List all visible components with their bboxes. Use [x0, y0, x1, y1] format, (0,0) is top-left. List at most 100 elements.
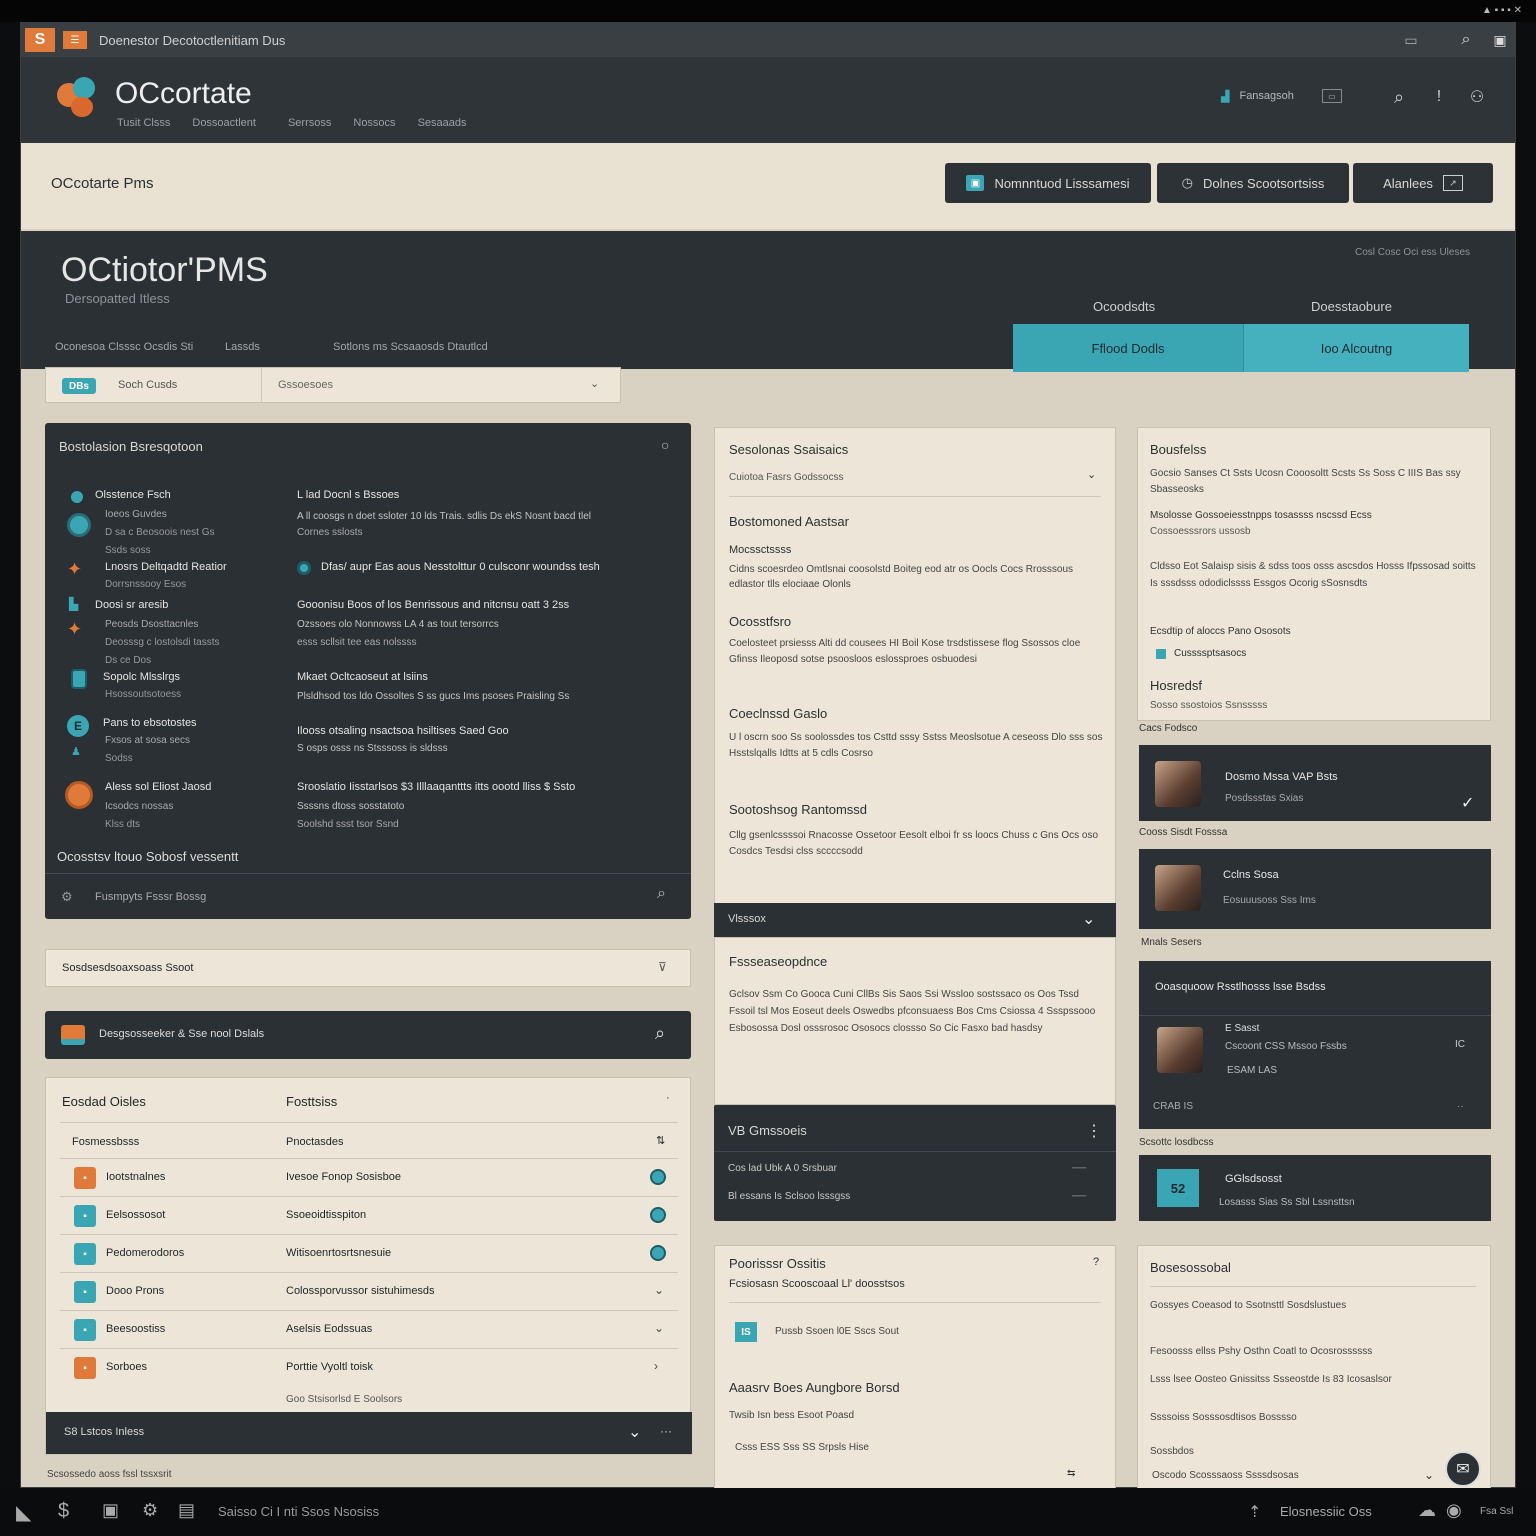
chevron-down-icon[interactable]: ⌄ [1087, 468, 1096, 481]
share-icon[interactable]: ⇆ [1067, 1468, 1075, 1479]
header-search-icon[interactable]: ⌕ [1387, 85, 1411, 109]
globe-icon[interactable]: ◉ [1446, 1500, 1462, 1521]
profile-card[interactable]: Cclns Sosa Eosuuusoss Sss Ims [1139, 849, 1491, 929]
tile-card[interactable]: 52 GGlsdsosst Losasss Sias Ss Sbl Lssnst… [1139, 1155, 1491, 1221]
filter-label: Sosdsesdsoaxsoass Ssoot [62, 962, 194, 974]
status-dot-icon[interactable] [650, 1169, 666, 1185]
page-footer: Scsossedo aoss fssl tssxsrit [47, 1469, 172, 1480]
chevron-down-icon[interactable]: ⌄ [590, 377, 599, 390]
search-bar: DBs Soch Cusds Gssoesoes ⌄ [45, 367, 621, 403]
list-item[interactable]: ▙ ✦ Doosi sr aresib Peosds Dsosttacnles … [65, 597, 675, 667]
more-icon[interactable]: ··· [660, 1424, 672, 1438]
table-row[interactable]: ▪ Iootstnalnes Ivesoe Fonop Sosisboe [60, 1158, 678, 1196]
list-item[interactable]: Sopolc Mlsslrgs Hsossoutsotoess Mkaet Oc… [65, 667, 675, 707]
row-value: Witisoenrtosrtsnesuie [286, 1247, 392, 1259]
nav-item[interactable]: Sesaaads [418, 117, 467, 129]
topbar-button-primary[interactable]: ▣ Nomnntuod Lisssamesi [945, 163, 1151, 203]
list-item[interactable]: Olsstence Fsch Ioeos Guvdes D sa c Beoso… [65, 487, 675, 557]
chevron-down-icon[interactable]: ⌄ [628, 1422, 641, 1442]
panel-text: Sossbdos [1150, 1446, 1194, 1457]
panel-title: Sesolonas Ssaisaics [729, 442, 849, 457]
table-row[interactable]: ▪ Beesoostiss Aselsis Eodssuas ⌄ [60, 1310, 678, 1348]
checkbox[interactable] [1156, 648, 1166, 659]
section-heading: Aaasrv Boes Aungbore Borsd [729, 1380, 900, 1395]
search-icon[interactable]: ⌕ [657, 885, 666, 903]
chevron-icon[interactable]: › [654, 1359, 658, 1373]
table-row[interactable]: ▪ Dooo Prons Colossporvussor sistuhimesds ⌄ [60, 1272, 678, 1310]
list-item[interactable]: E ♟ Pans to ebsotostes Fxsos at sosa sec… [65, 713, 675, 773]
hero-tab[interactable]: Ioo Alcoutng [1243, 324, 1469, 372]
more-vertical-icon[interactable]: ⋮ [1086, 1121, 1102, 1141]
list-item[interactable]: Bl essans Is Sclsoo lsssgss [728, 1191, 850, 1202]
monitor-icon[interactable]: ▣ [102, 1500, 119, 1521]
chevron-down-icon[interactable]: ⌄ [1082, 909, 1095, 929]
profile-card[interactable]: Dosmo Mssa VAP Bsts Posdssstas Sxias ✓ [1139, 745, 1491, 821]
avatar [1155, 761, 1201, 807]
nav-item[interactable]: Nossocs [353, 117, 395, 129]
more-icon[interactable]: · [666, 1092, 670, 1104]
header-utility[interactable]: ▟ Fansagsoh ▭ [1221, 89, 1342, 103]
table-footer[interactable]: S8 Lstcos Inless ⌄ ··· [46, 1412, 692, 1454]
status-dot-icon[interactable] [650, 1207, 666, 1223]
divider [729, 496, 1101, 497]
table-row[interactable]: ▪ Pedomerodoros Witisoenrtosrtsnesuie [60, 1234, 678, 1272]
chevron-icon[interactable]: ⌄ [654, 1283, 664, 1297]
settings-icon[interactable]: ⚙ [142, 1500, 158, 1521]
sort-icon[interactable]: ⇅ [656, 1134, 665, 1147]
window-menu-icon[interactable]: ☰ [63, 31, 87, 49]
chat-icon[interactable]: ✉ [1445, 1451, 1481, 1487]
group-member-detail: Cscoont CSS Mssoo Fssbs [1225, 1041, 1347, 1052]
panel-footer-link[interactable]: Fusmpyts Fsssr Bossg [95, 891, 206, 903]
more-icon[interactable]: ·· [1457, 1101, 1464, 1112]
help-icon[interactable]: ? [1093, 1256, 1099, 1268]
checkbox-row[interactable]: Cussssptsasocs [1156, 648, 1246, 659]
settings-icon[interactable]: ⚙ [61, 889, 73, 905]
divider [729, 1302, 1101, 1303]
app-icon[interactable]: $ [58, 1500, 69, 1523]
utility-label: Fansagsoh [1239, 90, 1294, 102]
export-icon: ↗ [1442, 175, 1463, 191]
nav-item[interactable]: Dossoactlent [192, 117, 256, 129]
filter-bar[interactable]: Sosdsesdsoaxsoass Ssoot ⊽ [45, 949, 691, 987]
nav-item[interactable]: Tusit Clsss [117, 117, 170, 129]
nav-item[interactable]: Serrsoss [288, 117, 331, 129]
panel-select[interactable]: Cuiotoa Fasrs Godssocss [729, 472, 844, 483]
start-icon[interactable]: ◣ [16, 1500, 31, 1525]
list-item[interactable]: Aless sol Eliost Jaosd Icsodcs nossas Kl… [65, 777, 675, 837]
user-icon[interactable]: ⚇ [1465, 85, 1489, 109]
topbar-button-alerts[interactable]: Alanlees ↗ [1353, 163, 1493, 203]
table-row[interactable]: ▪ Eelsossosot Ssoeoidtisspiton [60, 1196, 678, 1234]
maximize-icon[interactable]: ▣ [1489, 30, 1511, 50]
chat-icon[interactable]: ☁ [1418, 1500, 1436, 1521]
button-label: Alanlees [1383, 175, 1433, 191]
filter-icon[interactable]: ⊽ [658, 960, 667, 974]
chevron-down-icon[interactable]: ⌄ [1424, 1468, 1434, 1482]
hero-meta-right: Sotlons ms Scsaaosds Dtautlcd [333, 341, 488, 353]
topbar-button-secondary[interactable]: ◷ Dolnes Scootsortsiss [1157, 163, 1349, 203]
category-select[interactable]: Gssoesoes [278, 379, 333, 391]
list-item[interactable]: ✦ Lnosrs Deltqadtd Reatior Dorrsnssooy E… [65, 557, 675, 597]
network-icon[interactable]: ⇡ [1248, 1502, 1261, 1522]
notification-icon[interactable]: ! [1427, 85, 1451, 109]
hero-tab-active[interactable]: Fflood Dodls [1013, 324, 1243, 372]
more-icon[interactable]: ○ [661, 437, 669, 453]
panel-text: Ecsdtip of aloccs Pano Ososots [1150, 626, 1291, 637]
person-icon: ♟ [71, 746, 81, 758]
chevron-icon[interactable]: ⌄ [654, 1321, 664, 1335]
search-input[interactable]: Soch Cusds [110, 368, 262, 402]
table-row[interactable]: ▪ Sorboes Porttie Vyoltl toisk › [60, 1348, 678, 1386]
search-bar-secondary[interactable]: Desgsosseeker & Sse nool Dslals ⌕ [45, 1011, 691, 1059]
panel-text: Cldsso Eot Salaisp sisis & sdss toos oss… [1150, 561, 1476, 589]
group-count: IC [1455, 1039, 1465, 1050]
list-item[interactable]: Pussb Ssoen l0E Sscs Sout [775, 1326, 899, 1337]
system-tray: ▲ ▪ ▪ ▪ ✕ [1481, 5, 1522, 16]
minimize-icon[interactable]: ▭ [1401, 30, 1421, 50]
collapse-bar[interactable]: Vlsssox ⌄ [714, 903, 1116, 937]
status-dot-icon[interactable] [650, 1245, 666, 1261]
row-name: Iootstnalnes [106, 1171, 166, 1183]
letter-badge-icon: E [67, 715, 89, 737]
folder-icon[interactable]: ▤ [178, 1500, 195, 1521]
list-item[interactable]: Cos lad Ubk A 0 Srsbuar [728, 1163, 837, 1174]
search-icon[interactable]: ⌕ [655, 1023, 665, 1044]
search-icon[interactable]: ⌕ [1455, 30, 1477, 50]
